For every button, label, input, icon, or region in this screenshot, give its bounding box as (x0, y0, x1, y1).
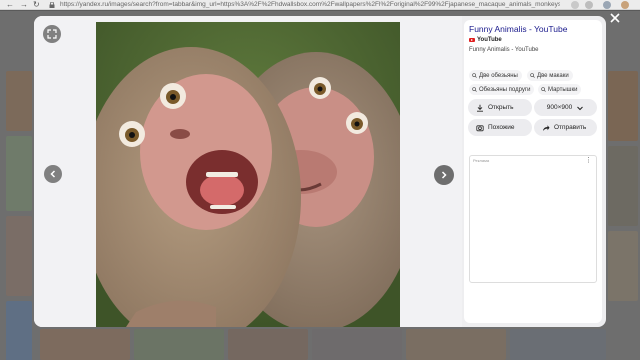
search-icon (530, 73, 535, 78)
source-name: YouTube (477, 37, 502, 43)
download-icon (477, 104, 483, 112)
image-info-panel: Funny Animalis - YouTube YouTube Funny A… (464, 20, 602, 323)
chevron-left-icon (50, 170, 56, 178)
open-label: Открыть (488, 104, 514, 111)
thumbnail[interactable] (312, 329, 402, 360)
menu-icon[interactable] (621, 1, 629, 9)
share-button[interactable]: Отправить (534, 119, 597, 136)
next-image-button[interactable] (434, 165, 454, 185)
ad-label: Реклама (473, 158, 490, 163)
profile-avatar[interactable] (603, 1, 611, 9)
tag-chip[interactable]: Обезьяны подруги (469, 84, 535, 95)
thumbnail[interactable] (6, 136, 32, 211)
address-bar[interactable]: https://yandex.ru/images/search?from=tab… (60, 0, 560, 10)
image-viewer: Funny Animalis - YouTube YouTube Funny A… (34, 16, 606, 327)
search-icon (472, 87, 477, 92)
thumbnail[interactable] (6, 216, 32, 296)
tag-label: Две макаки (537, 72, 569, 79)
size-select[interactable]: 900×900 (534, 99, 597, 116)
image-stage (34, 16, 462, 327)
main-image[interactable] (96, 22, 400, 327)
youtube-icon (469, 37, 475, 43)
chevron-down-icon (577, 106, 584, 110)
image-title-link[interactable]: Funny Animalis - YouTube (469, 24, 567, 34)
thumbnail[interactable] (228, 329, 308, 360)
tag-label: Мартышки (548, 86, 578, 93)
tag-chip[interactable]: Мартышки (538, 84, 582, 95)
extension-icon[interactable] (585, 1, 593, 9)
reload-icon[interactable]: ↻ (33, 0, 40, 10)
camera-search-icon (476, 124, 484, 131)
ad-menu-icon[interactable]: ⋮ (585, 157, 592, 164)
open-button[interactable]: Открыть (468, 99, 532, 116)
extension-icon[interactable] (571, 1, 579, 9)
chevron-right-icon (441, 171, 447, 179)
tag-label: Две обезьяны (479, 72, 518, 79)
source-subtitle: Funny Animalis - YouTube (469, 47, 539, 53)
search-icon (472, 73, 477, 78)
thumbnail[interactable] (406, 329, 506, 360)
expand-icon (47, 29, 57, 39)
tag-chip[interactable]: Две обезьяны (469, 70, 522, 81)
forward-icon[interactable]: → (20, 0, 28, 10)
thumbnail[interactable] (6, 71, 32, 131)
browser-toolbar: ← → ↻ https://yandex.ru/images/search?fr… (0, 0, 640, 10)
tag-label: Обезьяны подруги (479, 86, 531, 93)
thumbnail[interactable] (6, 301, 32, 360)
tag-chip[interactable]: Две макаки (527, 70, 573, 81)
thumbnail[interactable] (608, 231, 638, 301)
close-icon[interactable] (609, 12, 621, 24)
monkeys-photo (96, 22, 400, 327)
similar-button[interactable]: Похожие (468, 119, 532, 136)
thumbnail[interactable] (608, 71, 638, 141)
thumbnail[interactable] (608, 146, 638, 226)
source-link[interactable]: YouTube (469, 37, 502, 43)
fullscreen-button[interactable] (43, 25, 61, 43)
thumbnail[interactable] (510, 329, 606, 360)
share-icon (543, 124, 550, 131)
thumbnail[interactable] (40, 329, 130, 360)
search-icon (541, 87, 546, 92)
size-label: 900×900 (546, 104, 573, 111)
thumbnail[interactable] (134, 329, 224, 360)
back-icon[interactable]: ← (6, 0, 14, 10)
similar-label: Похожие (488, 124, 515, 131)
lock-icon (49, 2, 55, 8)
previous-image-button[interactable] (44, 165, 62, 183)
ad-slot[interactable]: Реклама ⋮ (469, 155, 597, 283)
share-label: Отправить (554, 124, 587, 131)
